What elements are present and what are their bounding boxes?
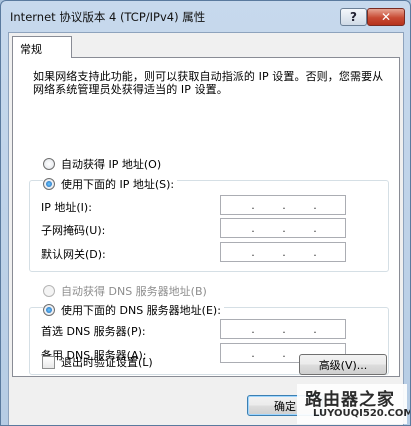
watermark-en-text: LUYOUQI520.COM xyxy=(313,408,411,419)
ip-address-label: IP 地址(I): xyxy=(41,201,92,214)
dns-auto-option: 自动获得 DNS 服务器地址(B) xyxy=(43,283,207,299)
default-gateway-label: 默认网关(D): xyxy=(41,248,106,261)
ip-manual-radio[interactable] xyxy=(43,178,55,190)
preferred-dns-input[interactable]: ... xyxy=(220,319,346,339)
validate-on-exit-option[interactable]: 退出时验证设置(L) xyxy=(42,354,153,370)
ip-manual-label: 使用下面的 IP 地址(S): xyxy=(61,178,175,191)
tab-general[interactable]: 常规 xyxy=(12,36,72,58)
dialog-window: Internet 协议版本 4 (TCP/IPv4) 属性 ? ✕ 常规 如果网… xyxy=(0,0,411,426)
dns-manual-label: 使用下面的 DNS 服务器地址(E): xyxy=(61,304,221,317)
dns-auto-label: 自动获得 DNS 服务器地址(B) xyxy=(61,285,207,298)
close-button[interactable]: ✕ xyxy=(367,8,405,26)
dns-auto-radio xyxy=(43,285,55,297)
ip-auto-label: 自动获得 IP 地址(O) xyxy=(61,158,162,171)
subnet-mask-input[interactable]: ... xyxy=(220,218,346,238)
title-bar[interactable]: Internet 协议版本 4 (TCP/IPv4) 属性 ? ✕ xyxy=(1,1,410,29)
ip-manual-option[interactable]: 使用下面的 IP 地址(S): xyxy=(43,176,178,192)
validate-on-exit-label: 退出时验证设置(L) xyxy=(61,356,153,369)
subnet-mask-label: 子网掩码(U): xyxy=(41,224,106,237)
general-panel: 如果网络支持此功能，则可以获取自动指派的 IP 设置。否则，您需要从网络系统管理… xyxy=(12,57,400,377)
ip-address-input[interactable]: ... xyxy=(220,195,346,215)
validate-on-exit-checkbox[interactable] xyxy=(42,355,55,369)
watermark-cn-text: 路由器之家 xyxy=(305,390,395,410)
ip-auto-option[interactable]: 自动获得 IP 地址(O) xyxy=(43,156,161,172)
tab-general-label: 常规 xyxy=(20,43,42,56)
dialog-client-area: 常规 如果网络支持此功能，则可以获取自动指派的 IP 设置。否则，您需要从网络系… xyxy=(8,32,404,425)
window-title: Internet 协议版本 4 (TCP/IPv4) 属性 xyxy=(10,10,206,24)
watermark: 路由器之家 LUYOUQI520.COM xyxy=(297,384,410,424)
help-button[interactable]: ? xyxy=(340,8,367,26)
dns-manual-radio[interactable] xyxy=(43,304,55,316)
ip-auto-radio[interactable] xyxy=(43,158,55,170)
advanced-button[interactable]: 高级(V)... xyxy=(299,354,387,375)
dns-manual-option[interactable]: 使用下面的 DNS 服务器地址(E): xyxy=(43,302,224,318)
default-gateway-input[interactable]: ... xyxy=(220,242,346,262)
description-text: 如果网络支持此功能，则可以获取自动指派的 IP 设置。否则，您需要从网络系统管理… xyxy=(33,70,384,96)
preferred-dns-label: 首选 DNS 服务器(P): xyxy=(41,325,146,338)
